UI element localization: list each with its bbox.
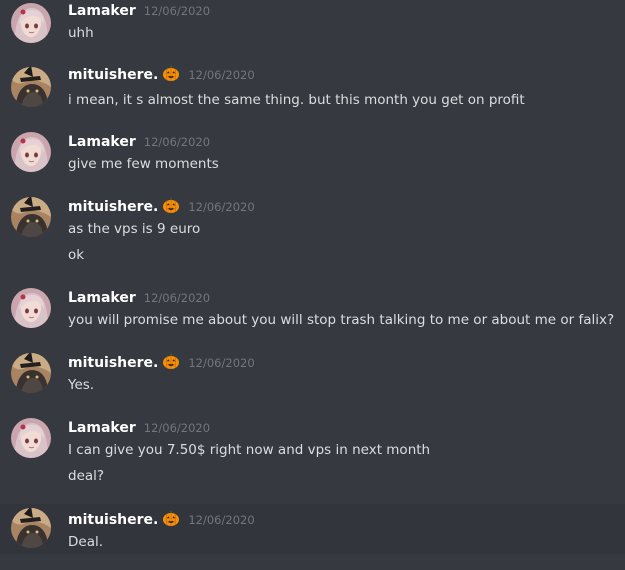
user-avatar-mituishere[interactable] xyxy=(11,197,51,237)
message-text: Deal. xyxy=(68,534,104,550)
username[interactable]: Lamaker xyxy=(68,420,136,436)
message-group: mituishere. 12/06/2020 Yes. xyxy=(0,350,625,396)
user-avatar-mituishere[interactable] xyxy=(11,508,51,548)
pumpkin-icon xyxy=(163,510,180,526)
username[interactable]: mituishere. xyxy=(68,512,158,528)
message-text: ok xyxy=(68,247,85,263)
message-text: deal? xyxy=(68,468,105,484)
message-text: uhh xyxy=(68,25,94,41)
username[interactable]: mituishere. xyxy=(68,67,158,83)
message-text: as the vps is 9 euro xyxy=(68,221,201,237)
timestamp: 12/06/2020 xyxy=(188,200,255,214)
pumpkin-icon xyxy=(163,353,180,369)
message-group: Lamaker 12/06/2020 you will promise me ab… xyxy=(0,285,625,331)
message-header: mituishere. 12/06/2020 xyxy=(68,64,255,86)
username[interactable]: Lamaker xyxy=(68,3,136,19)
username[interactable]: mituishere. xyxy=(68,199,158,215)
message-group: mituishere. 12/06/2020 as the vps is 9 eu… xyxy=(0,194,625,266)
message-header: mituishere. 12/06/2020 xyxy=(68,509,255,531)
user-avatar-mituishere[interactable] xyxy=(11,353,51,393)
username[interactable]: mituishere. xyxy=(68,355,158,371)
timestamp: 12/06/2020 xyxy=(143,291,211,305)
message-header: Lamaker 12/06/2020 xyxy=(68,0,210,22)
message-header: Lamaker 12/06/2020 xyxy=(68,417,210,439)
timestamp: 12/06/2020 xyxy=(143,4,211,18)
chat-message-list: Lamaker 12/06/2020 uhh mituishere. 12/06/2… xyxy=(0,0,625,570)
username[interactable]: Lamaker xyxy=(68,134,136,150)
message-text: give me few moments xyxy=(68,156,219,172)
user-avatar-mituishere[interactable] xyxy=(11,67,51,107)
username[interactable]: Lamaker xyxy=(68,290,136,306)
message-header: mituishere. 12/06/2020 xyxy=(68,352,255,374)
message-text: I can give you 7.50$ right now and vps i… xyxy=(68,442,431,458)
timestamp: 12/06/2020 xyxy=(188,513,255,527)
timestamp: 12/06/2020 xyxy=(188,356,255,370)
message-group: Lamaker 12/06/2020 uhh xyxy=(0,0,625,46)
pumpkin-icon xyxy=(163,197,180,213)
message-text: i mean, it s almost the same thing. but … xyxy=(68,92,525,108)
message-group: Lamaker 12/06/2020 give me few moments xyxy=(0,129,625,175)
user-avatar-lamaker[interactable] xyxy=(11,288,51,328)
timestamp: 12/06/2020 xyxy=(143,421,211,435)
message-group: Lamaker 12/06/2020 I can give you 7.50$ r… xyxy=(0,415,625,487)
message-text: you will promise me about you will stop … xyxy=(68,312,615,328)
user-avatar-lamaker[interactable] xyxy=(11,132,51,172)
timestamp: 12/06/2020 xyxy=(143,135,211,149)
user-avatar-lamaker[interactable] xyxy=(11,418,51,458)
message-header: Lamaker 12/06/2020 xyxy=(68,131,210,153)
user-avatar-lamaker[interactable] xyxy=(11,3,51,43)
message-header: Lamaker 12/06/2020 xyxy=(68,287,210,309)
timestamp: 12/06/2020 xyxy=(188,68,255,82)
message-group: mituishere. 12/06/2020 i mean, it s almos… xyxy=(0,64,625,110)
pumpkin-icon xyxy=(163,65,180,81)
message-text: Yes. xyxy=(68,377,95,393)
message-group: mituishere. 12/06/2020 Deal. xyxy=(0,504,625,554)
message-header: mituishere. 12/06/2020 xyxy=(68,196,255,218)
